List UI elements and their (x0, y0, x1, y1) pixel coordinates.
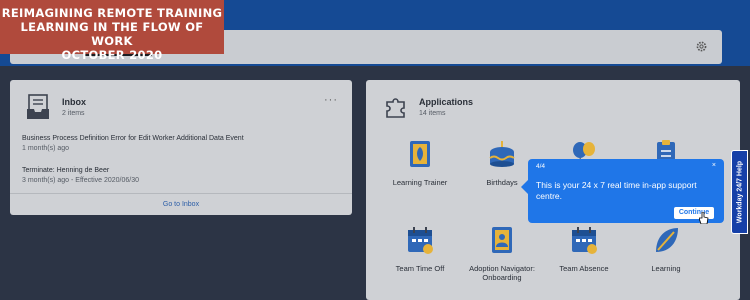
applications-title: Applications (419, 97, 474, 107)
applications-count: 14 items (419, 110, 446, 117)
inbox-item-meta: 1 month(s) ago (22, 145, 70, 152)
app-adoption-navigator[interactable]: Adoption Navigator: Onboarding (462, 224, 542, 282)
tooltip-arrow (521, 180, 528, 194)
navigator-icon (492, 227, 512, 253)
gear-icon[interactable] (695, 40, 708, 53)
inbox-title: Inbox (62, 97, 86, 107)
app-label: Learning (651, 264, 681, 273)
banner-line-1: REIMAGINING REMOTE TRAINING (1, 6, 223, 20)
cake-icon (489, 141, 515, 167)
divider (10, 193, 352, 194)
app-label: Team Absence (559, 264, 609, 273)
inbox-count: 2 items (62, 110, 85, 117)
app-learning[interactable]: Learning (626, 224, 706, 273)
app-label: Adoption Navigator: Onboarding (469, 264, 535, 282)
inbox-item-title: Business Process Definition Error for Ed… (22, 135, 244, 142)
guided-tour-tooltip: 4/4 × This is your 24 x 7 real time in-a… (528, 159, 724, 223)
close-icon[interactable]: × (712, 162, 716, 169)
leaf-icon (656, 228, 678, 252)
inbox-icon (27, 94, 49, 119)
inbox-item-title: Terminate: Henning de Beer (22, 167, 110, 174)
app-label: Team Time Off (395, 264, 445, 273)
notebook-icon (410, 141, 430, 167)
inbox-item-meta: 3 month(s) ago - Effective 2020/06/30 (22, 177, 139, 184)
app-team-time-off[interactable]: Team Time Off (380, 224, 460, 273)
cursor-icon (699, 212, 709, 224)
help-tab-label: Workday 24/7 Help (736, 160, 743, 224)
puzzle-icon (386, 98, 405, 118)
app-team-absence[interactable]: Team Absence (544, 224, 624, 273)
event-banner: REIMAGINING REMOTE TRAINING LEARNING IN … (0, 0, 224, 62)
calendar-team-icon (408, 227, 433, 254)
inbox-card: Inbox 2 items ··· Business Process Defin… (10, 80, 352, 215)
tooltip-step: 4/4 (536, 163, 546, 170)
banner-line-3: OCTOBER 2020 (61, 48, 163, 62)
app-learning-trainer[interactable]: Learning Trainer (380, 138, 460, 187)
inbox-item[interactable]: Terminate: Henning de Beer 3 month(s) ag… (22, 166, 139, 186)
go-to-inbox-link[interactable]: Go to Inbox (10, 201, 352, 208)
banner-line-2: LEARNING IN THE FLOW OF WORK (20, 20, 204, 48)
inbox-item[interactable]: Business Process Definition Error for Ed… (22, 134, 244, 154)
help-tab[interactable]: Workday 24/7 Help (731, 150, 748, 234)
calendar-absence-icon (572, 227, 597, 254)
more-options-icon[interactable]: ··· (324, 94, 338, 106)
app-label: Learning Trainer (392, 178, 448, 187)
tooltip-message: This is your 24 x 7 real time in-app sup… (536, 180, 697, 201)
